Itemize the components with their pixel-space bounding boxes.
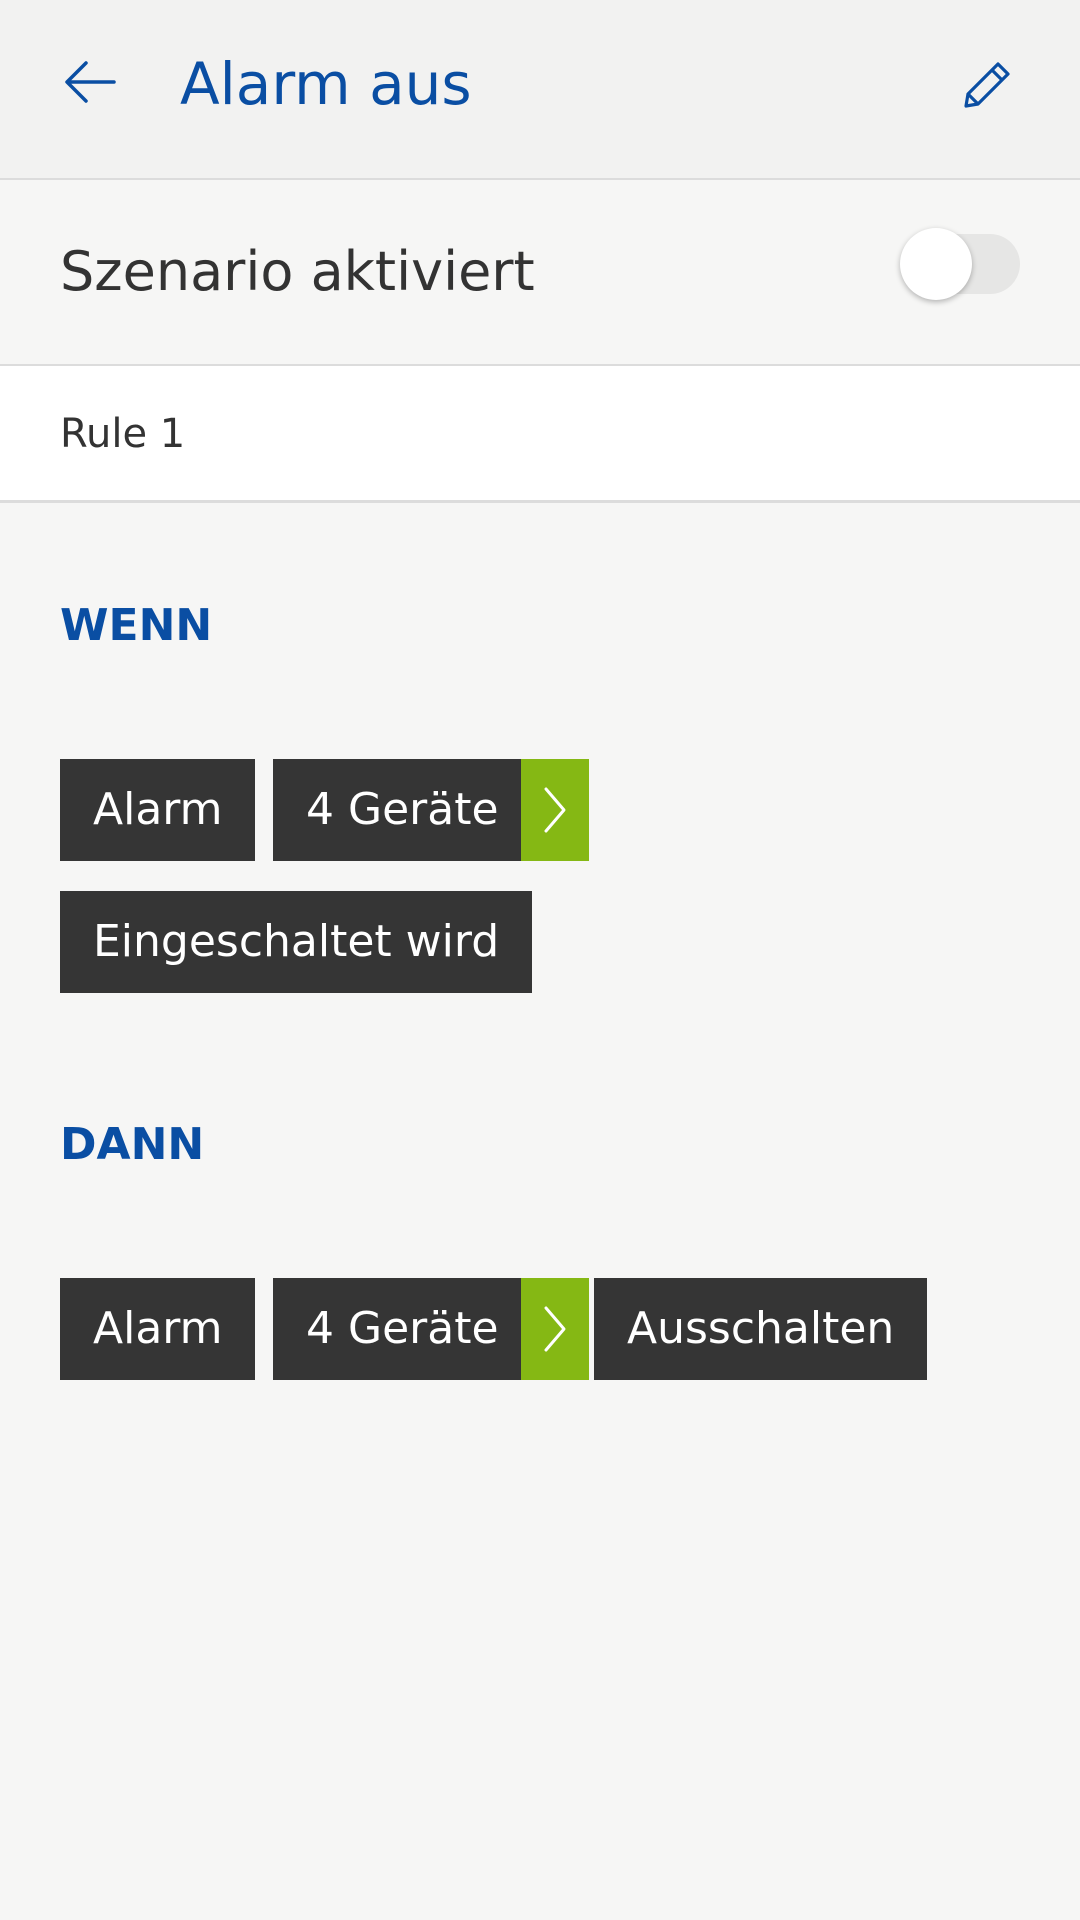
when-device-type-chip[interactable]: Alarm	[60, 759, 256, 861]
arrow-left-icon	[65, 61, 116, 103]
app-header: Alarm aus	[0, 0, 1080, 180]
chevron-right-icon	[544, 1306, 566, 1352]
pencil-icon	[964, 62, 1010, 108]
scenario-toggle[interactable]	[900, 226, 1020, 302]
scenario-toggle-row: Szenario aktiviert	[0, 180, 1080, 367]
then-heading: DANN	[60, 1119, 205, 1170]
rule-name: Rule 1	[60, 411, 186, 457]
page-title: Alarm aus	[180, 50, 472, 118]
when-devices-chip[interactable]: 4 Geräte	[273, 759, 589, 861]
when-heading: WENN	[60, 600, 213, 651]
then-devices-chip[interactable]: 4 Geräte	[273, 1278, 589, 1380]
rule-row[interactable]: Rule 1	[0, 366, 1080, 503]
when-condition-chip[interactable]: Eingeschaltet wird	[60, 891, 533, 993]
chevron-right-icon	[544, 787, 566, 833]
then-devices-arrow[interactable]	[520, 1278, 589, 1380]
then-action-chip[interactable]: Ausschalten	[594, 1278, 928, 1380]
when-devices-arrow[interactable]	[520, 759, 589, 861]
back-button[interactable]	[58, 50, 122, 114]
edit-button[interactable]	[958, 54, 1018, 114]
toggle-knob	[900, 228, 972, 300]
when-devices-label: 4 Geräte	[273, 759, 521, 861]
then-device-type-chip[interactable]: Alarm	[60, 1278, 256, 1380]
scenario-label: Szenario aktiviert	[60, 240, 535, 303]
then-devices-label: 4 Geräte	[273, 1278, 521, 1380]
